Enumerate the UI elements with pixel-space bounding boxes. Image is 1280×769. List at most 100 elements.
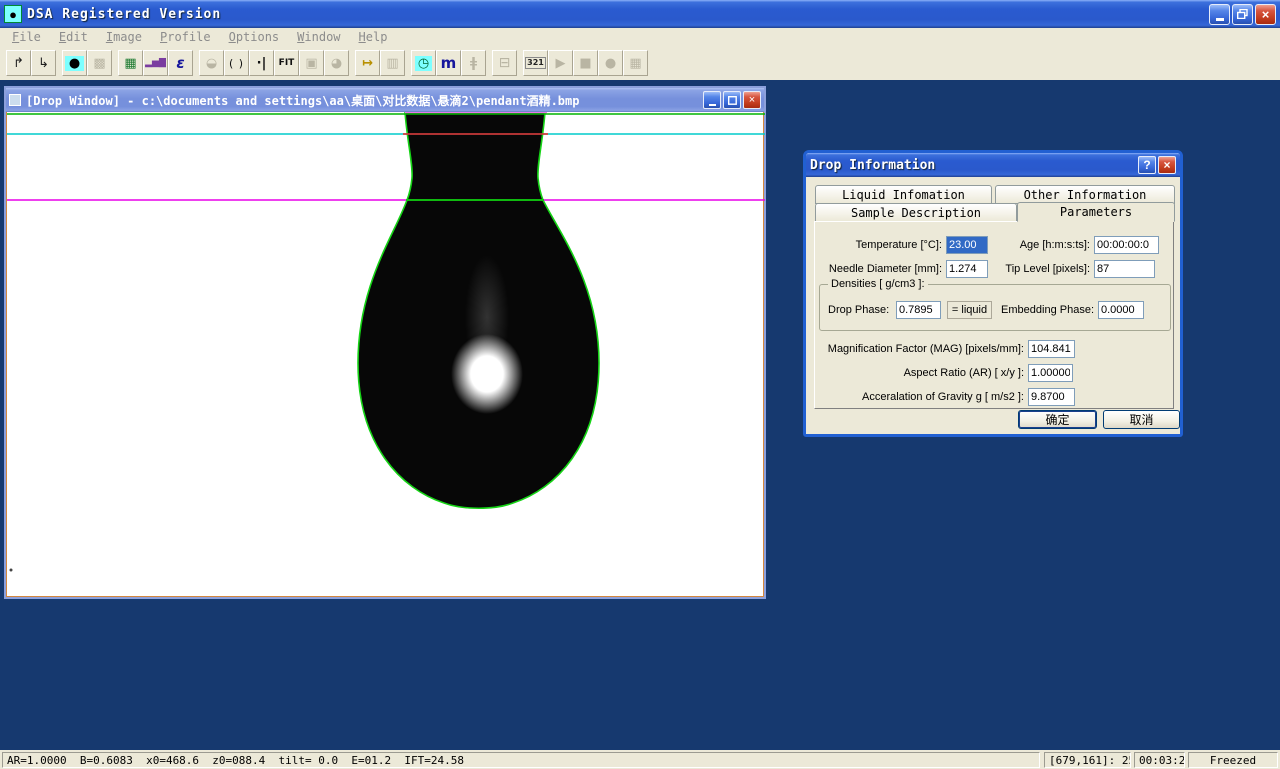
- result-table-button[interactable]: ▦: [118, 50, 143, 76]
- cancel-button[interactable]: 取消: [1103, 410, 1180, 429]
- record-icon: ●: [605, 57, 616, 70]
- drop-window-maximize-button[interactable]: [723, 91, 741, 109]
- drop-window-titlebar: [Drop Window] - c:\documents and setting…: [6, 88, 764, 112]
- drop-phase-label: Drop Phase:: [828, 304, 892, 316]
- syringe-button[interactable]: ǂ: [461, 50, 486, 76]
- drop-needle-button[interactable]: ◕: [324, 50, 349, 76]
- drop-window-minimize-button[interactable]: [703, 91, 721, 109]
- main-titlebar: ● DSA Registered Version ×: [0, 0, 1280, 28]
- statistics-chart-icon: ▂▅▇: [145, 59, 166, 68]
- play-button[interactable]: ▶: [548, 50, 573, 76]
- calculator-icon: ▦: [629, 57, 641, 70]
- tip-level-label: Tip Level [pixels]:: [995, 263, 1090, 275]
- drop-window-close-icon: ×: [749, 94, 755, 106]
- menu-edit[interactable]: Edit: [53, 30, 94, 44]
- save-image-icon: ↳: [38, 57, 49, 70]
- densities-groupbox: Densities [ g/cm3 ]: Drop Phase: = liqui…: [819, 284, 1171, 331]
- sessile-drop-button[interactable]: ◒: [199, 50, 224, 76]
- restore-button[interactable]: [1232, 4, 1253, 25]
- sessile-drop-icon: ◒: [206, 57, 217, 70]
- drop-window-minimize-icon: [709, 104, 716, 106]
- play-icon: ▶: [556, 57, 566, 70]
- drop-document-button[interactable]: ●: [62, 50, 87, 76]
- magnification-icon: m: [441, 56, 457, 71]
- frame-grab-button[interactable]: ▩: [87, 50, 112, 76]
- menu-help[interactable]: Help: [353, 30, 394, 44]
- ok-button[interactable]: 确定: [1018, 410, 1097, 429]
- pendant-drop-button[interactable]: ( ): [224, 50, 249, 76]
- tip-level-input[interactable]: [1094, 260, 1155, 278]
- epsilon-button[interactable]: ε: [168, 50, 193, 76]
- tab-parameters[interactable]: Parameters: [1017, 202, 1175, 222]
- needle-diameter-label: Needle Diameter [mm]:: [815, 263, 942, 275]
- tab-liquid-information[interactable]: Liquid Infomation: [815, 185, 992, 204]
- video-capture-button[interactable]: 321: [523, 50, 548, 76]
- video-capture-icon: 321: [525, 57, 546, 69]
- tab-sample-description[interactable]: Sample Description: [815, 203, 1017, 222]
- record-button[interactable]: ●: [598, 50, 623, 76]
- baseline-button[interactable]: ·|: [249, 50, 274, 76]
- print-button[interactable]: ⊟: [492, 50, 517, 76]
- statistics-chart-button[interactable]: ▂▅▇: [143, 50, 168, 76]
- open-image-button[interactable]: ↱: [6, 50, 31, 76]
- toolbar: ↱ ↳ ● ▩ ▦ ▂▅▇ ε ◒ ( ) ·| FIT ▣ ◕ ↦ ▥ ◷ m…: [0, 46, 1280, 80]
- calculator-button[interactable]: ▦: [623, 50, 648, 76]
- parameters-panel: Temperature [°C]: Age [h:m:s:ts]: Needle…: [814, 221, 1174, 409]
- temperature-input[interactable]: [946, 236, 988, 254]
- menu-window[interactable]: Window: [291, 30, 346, 44]
- drop-image-canvas[interactable]: [6, 112, 764, 597]
- fit-icon: FIT: [279, 59, 295, 68]
- minimize-button[interactable]: [1209, 4, 1230, 25]
- timer-icon: ◷: [415, 56, 432, 71]
- dialog-titlebar: Drop Information ? ×: [806, 153, 1180, 177]
- save-image-button[interactable]: ↳: [31, 50, 56, 76]
- drop-window-close-button[interactable]: ×: [743, 91, 761, 109]
- dialog-close-button[interactable]: ×: [1158, 156, 1176, 174]
- age-input[interactable]: [1094, 236, 1159, 254]
- status-cursor-pixel: [679,161]: 255: [1044, 752, 1131, 768]
- copy-results-button[interactable]: ▥: [380, 50, 405, 76]
- embedding-phase-input[interactable]: [1098, 301, 1144, 319]
- close-button[interactable]: ×: [1255, 4, 1276, 25]
- stop-button[interactable]: ■: [573, 50, 598, 76]
- needle-position-icon: ↦: [362, 57, 373, 70]
- drop-window-title: [Drop Window] - c:\documents and setting…: [26, 92, 701, 109]
- timer-button[interactable]: ◷: [411, 50, 436, 76]
- dialog-close-icon: ×: [1163, 158, 1170, 172]
- menu-profile[interactable]: Profile: [154, 30, 217, 44]
- help-icon: ?: [1143, 158, 1150, 172]
- magnification-input[interactable]: [1028, 340, 1075, 358]
- needle-position-button[interactable]: ↦: [355, 50, 380, 76]
- liquid-equals-button[interactable]: = liquid: [947, 301, 992, 319]
- stop-icon: ■: [579, 57, 591, 70]
- menubar: File Edit Image Profile Options Window H…: [0, 28, 1280, 46]
- result-table-icon: ▦: [124, 57, 136, 70]
- menu-options[interactable]: Options: [223, 30, 286, 44]
- copy-results-icon: ▥: [386, 57, 398, 70]
- drop-phase-input[interactable]: [896, 301, 941, 319]
- needle-diameter-input[interactable]: [946, 260, 988, 278]
- densities-group-label: Densities [ g/cm3 ]:: [828, 278, 928, 290]
- minimize-icon: [1216, 18, 1224, 21]
- open-image-icon: ↱: [13, 57, 24, 70]
- frame-roi-button[interactable]: ▣: [299, 50, 324, 76]
- menu-file[interactable]: File: [6, 30, 47, 44]
- gravity-input[interactable]: [1028, 388, 1075, 406]
- baseline-icon: ·|: [257, 57, 267, 70]
- dialog-help-button[interactable]: ?: [1138, 156, 1156, 174]
- magnification-button[interactable]: m: [436, 50, 461, 76]
- drop-window-icon: [9, 94, 21, 106]
- status-mode: Freezed: [1188, 752, 1278, 768]
- dialog-title: Drop Information: [810, 158, 1136, 173]
- fit-button[interactable]: FIT: [274, 50, 299, 76]
- aspect-ratio-input[interactable]: [1028, 364, 1073, 382]
- age-label: Age [h:m:s:ts]:: [995, 239, 1090, 251]
- epsilon-icon: ε: [176, 56, 184, 71]
- syringe-icon: ǂ: [470, 57, 477, 70]
- frame-roi-icon: ▣: [305, 57, 317, 70]
- aspect-ratio-label: Aspect Ratio (AR) [ x/y ]:: [815, 367, 1024, 379]
- print-icon: ⊟: [499, 56, 511, 70]
- pendant-drop-icon: ( ): [229, 58, 244, 69]
- embedding-phase-label: Embedding Phase:: [990, 304, 1094, 316]
- menu-image[interactable]: Image: [100, 30, 148, 44]
